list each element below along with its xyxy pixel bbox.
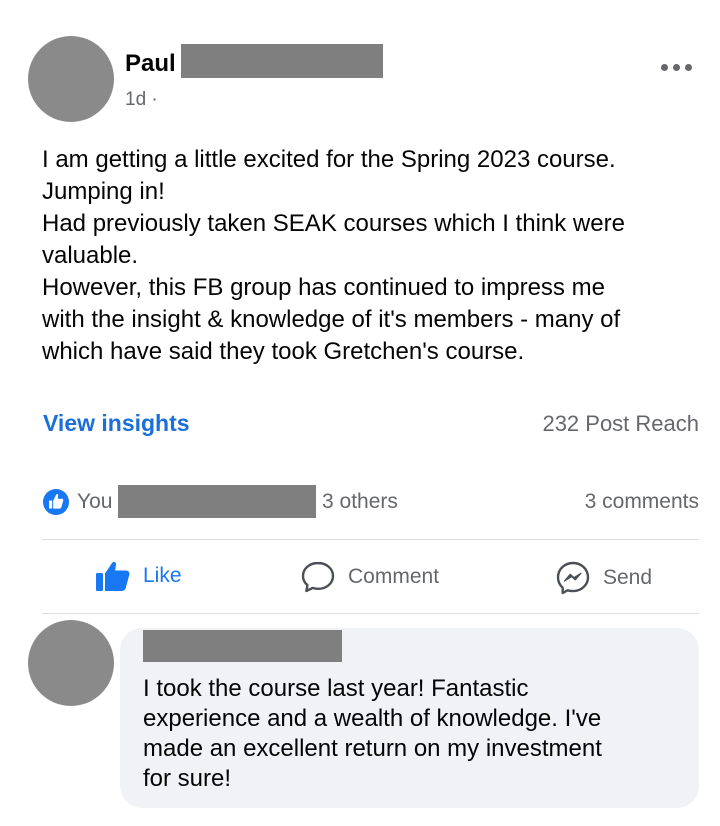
post-body-line: I am getting a little excited for the Sp… bbox=[42, 146, 616, 173]
reaction-you[interactable]: You bbox=[77, 490, 112, 514]
thumbs-up-icon bbox=[96, 561, 130, 591]
comment-label: Comment bbox=[348, 565, 440, 588]
post-body-line: with the insight & knowledge of it's mem… bbox=[42, 306, 621, 333]
send-label: Send bbox=[603, 566, 653, 589]
post-body: I am getting a little excited for the Sp… bbox=[42, 144, 625, 368]
post-body-line: Had previously taken SEAK courses which … bbox=[42, 210, 625, 237]
post-reach: 232 Post Reach bbox=[542, 411, 699, 436]
more-options-icon[interactable] bbox=[661, 58, 692, 77]
comment-button[interactable]: Comment bbox=[300, 560, 439, 594]
author-avatar[interactable] bbox=[28, 36, 114, 122]
view-insights-link[interactable]: View insights bbox=[43, 410, 190, 437]
meta-separator: · bbox=[151, 89, 158, 110]
messenger-icon bbox=[556, 561, 590, 595]
post-body-line: However, this FB group has continued to … bbox=[42, 274, 605, 301]
send-button[interactable]: Send bbox=[555, 560, 652, 596]
post-body-line: Jumping in! bbox=[42, 178, 165, 205]
post-body-line: valuable. bbox=[42, 242, 139, 269]
like-reaction-icon[interactable] bbox=[42, 488, 70, 516]
divider-bottom bbox=[42, 613, 699, 614]
commenter-avatar[interactable] bbox=[28, 620, 114, 706]
like-button[interactable]: Like bbox=[95, 560, 182, 592]
comment-line: experience and a wealth of knowledge. I'… bbox=[143, 705, 602, 732]
like-label: Like bbox=[143, 564, 182, 587]
divider-top bbox=[42, 539, 699, 540]
post-meta: 1d · bbox=[125, 89, 158, 111]
comment-text: I took the course last year! Fantastic e… bbox=[143, 674, 602, 794]
comment-line: I took the course last year! Fantastic bbox=[143, 675, 529, 702]
reaction-names-redaction bbox=[118, 485, 316, 518]
post-timestamp[interactable]: 1d bbox=[125, 89, 146, 110]
reaction-others[interactable]: 3 others bbox=[322, 490, 398, 514]
comment-line: for sure! bbox=[143, 765, 232, 792]
post-body-line: which have said they took Gretchen's cou… bbox=[42, 338, 525, 365]
author-name[interactable]: Paul bbox=[125, 50, 176, 78]
author-name-redaction bbox=[181, 44, 383, 78]
commenter-name-redaction bbox=[143, 630, 342, 662]
comment-icon bbox=[301, 561, 335, 593]
comments-count[interactable]: 3 comments bbox=[585, 490, 699, 514]
comment-line: made an excellent return on my investmen… bbox=[143, 735, 602, 762]
